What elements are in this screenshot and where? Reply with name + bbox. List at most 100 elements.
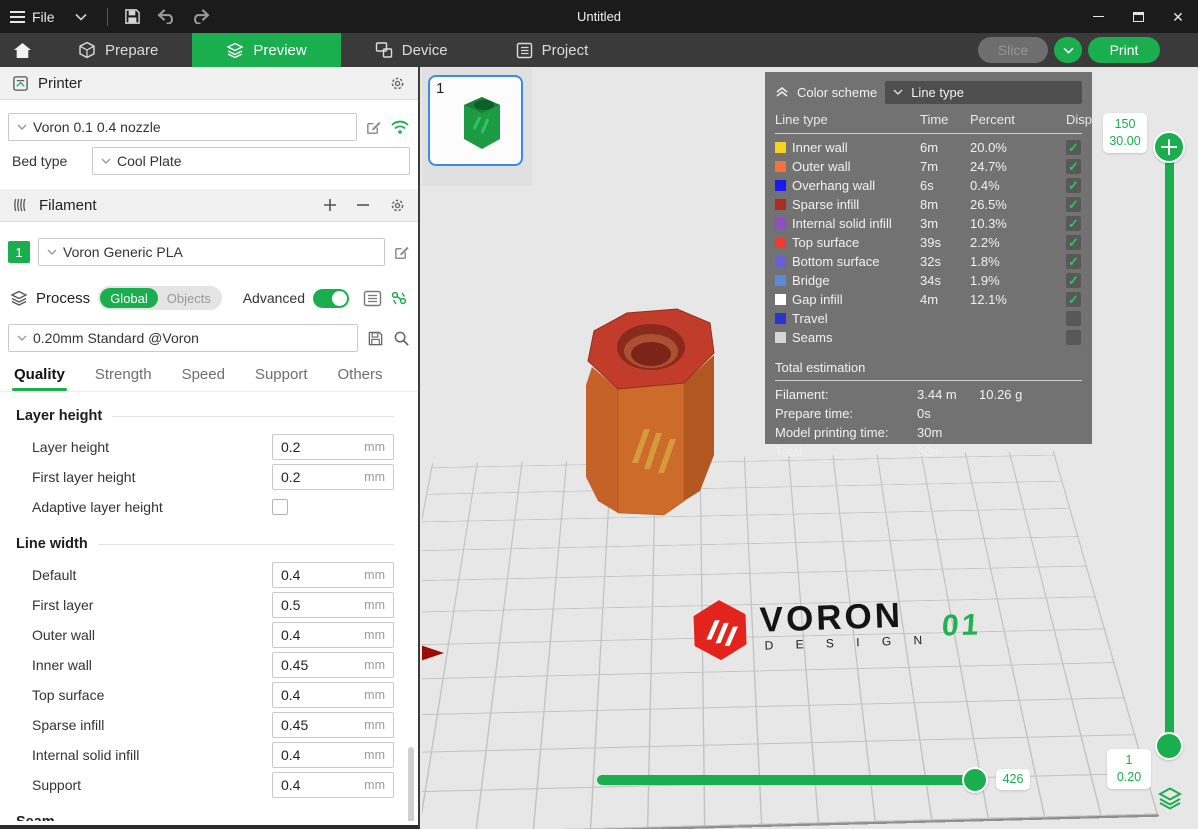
- tab-project[interactable]: Project: [482, 33, 623, 67]
- line-width-sparse-infill-input[interactable]: 0.45mm: [272, 712, 394, 738]
- tab-quality[interactable]: Quality: [14, 366, 65, 391]
- move-slider-handle[interactable]: [962, 767, 988, 793]
- save-preset-icon[interactable]: [367, 330, 384, 347]
- line-width-default-input[interactable]: 0.4mm: [272, 562, 394, 588]
- display-checkbox[interactable]: [1066, 178, 1081, 193]
- display-checkbox[interactable]: [1066, 311, 1081, 326]
- color-swatch: [775, 142, 786, 153]
- search-icon[interactable]: [393, 330, 410, 347]
- total-row: Prepare time:0s: [775, 404, 1082, 423]
- bed-type-value: Cool Plate: [117, 153, 182, 169]
- remove-filament-icon[interactable]: [356, 198, 370, 212]
- line-width-first-layer-input[interactable]: 0.5mm: [272, 592, 394, 618]
- tab-prepare-label: Prepare: [105, 42, 158, 59]
- setting-label: Outer wall: [16, 627, 272, 643]
- chevron-down-icon: [17, 124, 27, 130]
- sliced-model[interactable]: [570, 305, 735, 520]
- layers-icon: [226, 42, 244, 58]
- line-width-internal-solid-infill-input[interactable]: 0.4mm: [272, 742, 394, 768]
- slice-button[interactable]: Slice: [978, 37, 1048, 63]
- color-swatch: [775, 218, 786, 229]
- process-scope-toggle[interactable]: Global Objects: [98, 286, 222, 310]
- process-preset-select[interactable]: 0.20mm Standard @Voron: [8, 324, 358, 352]
- parameter-list-icon[interactable]: [363, 290, 382, 307]
- tab-speed[interactable]: Speed: [182, 366, 225, 391]
- tab-support[interactable]: Support: [255, 366, 308, 391]
- print-options-button[interactable]: [1054, 37, 1082, 63]
- tab-prepare[interactable]: Prepare: [44, 33, 192, 67]
- close-button[interactable]: ✕: [1158, 0, 1198, 33]
- move-slider-track[interactable]: [597, 775, 979, 785]
- move-slider-tooltip: 426: [996, 769, 1030, 790]
- layer-slider-top-handle[interactable]: [1153, 131, 1185, 163]
- tab-device[interactable]: Device: [341, 33, 482, 67]
- filament-spool-icon: [12, 197, 30, 213]
- scope-objects[interactable]: Objects: [158, 291, 220, 306]
- scope-global[interactable]: Global: [100, 288, 158, 308]
- gear-icon[interactable]: [389, 75, 406, 92]
- collapse-panel-icon[interactable]: [775, 86, 789, 98]
- setting-row: Internal solid infill 0.4mm: [16, 742, 394, 768]
- plate-thumbnail-model: [454, 87, 510, 153]
- titlebar-divider: [107, 8, 108, 26]
- gear-icon[interactable]: [389, 197, 406, 214]
- color-scheme-label: Color scheme: [797, 85, 877, 100]
- printer-preset-select[interactable]: Voron 0.1 0.4 nozzle: [8, 113, 357, 141]
- minimize-button[interactable]: [1078, 0, 1118, 33]
- filament-preset-select[interactable]: Voron Generic PLA: [38, 238, 385, 266]
- chevron-down-icon: [75, 13, 87, 21]
- line-width-outer-wall-input[interactable]: 0.4mm: [272, 622, 394, 648]
- tune-parameters-icon[interactable]: [390, 290, 408, 307]
- tab-preview-label: Preview: [253, 42, 306, 59]
- display-checkbox[interactable]: [1066, 197, 1081, 212]
- tab-others[interactable]: Others: [338, 366, 383, 391]
- file-menu-button[interactable]: File: [0, 0, 63, 33]
- adaptive-layer-height-checkbox[interactable]: [272, 499, 288, 515]
- layer-view-button[interactable]: [1157, 786, 1183, 810]
- plate-id-label: 01: [941, 608, 983, 643]
- layer-height-input[interactable]: 0.2mm: [272, 434, 394, 460]
- print-button[interactable]: Print: [1088, 37, 1160, 63]
- redo-button[interactable]: [184, 0, 218, 33]
- wifi-icon[interactable]: [390, 119, 410, 135]
- edit-icon[interactable]: [365, 119, 382, 136]
- display-checkbox[interactable]: [1066, 140, 1081, 155]
- first-layer-height-input[interactable]: 0.2mm: [272, 464, 394, 490]
- voron-hexagon-icon: [689, 597, 751, 663]
- preview-viewport[interactable]: VORON D E S I G N 01 1: [422, 67, 1198, 829]
- legend-row: Top surface39s2.2%: [775, 233, 1082, 252]
- setting-label: Support: [16, 777, 272, 793]
- settings-panel: Layer height Layer height 0.2mm First la…: [0, 391, 418, 821]
- display-checkbox[interactable]: [1066, 159, 1081, 174]
- color-swatch: [775, 180, 786, 191]
- line-width-support-input[interactable]: 0.4mm: [272, 772, 394, 798]
- edit-icon[interactable]: [393, 244, 410, 261]
- plate-thumbnail[interactable]: 1: [428, 75, 523, 166]
- layer-slider-track[interactable]: [1165, 148, 1174, 748]
- display-checkbox[interactable]: [1066, 330, 1081, 345]
- display-checkbox[interactable]: [1066, 216, 1081, 231]
- home-icon: [13, 42, 32, 59]
- tab-strength[interactable]: Strength: [95, 366, 152, 391]
- color-scheme-select[interactable]: Line type: [885, 81, 1082, 104]
- layer-slider-bottom-handle[interactable]: [1155, 732, 1183, 760]
- display-checkbox[interactable]: [1066, 292, 1081, 307]
- legend-header-row: Line typeTimePercentDisplay: [775, 108, 1082, 131]
- legend-row: Bridge34s1.9%: [775, 271, 1082, 290]
- file-menu-expand-button[interactable]: [63, 0, 99, 33]
- maximize-button[interactable]: [1118, 0, 1158, 33]
- display-checkbox[interactable]: [1066, 235, 1081, 250]
- home-button[interactable]: [0, 33, 44, 67]
- tab-preview[interactable]: Preview: [192, 33, 340, 67]
- add-filament-icon[interactable]: [323, 198, 337, 212]
- bed-type-select[interactable]: Cool Plate: [92, 147, 410, 175]
- setting-label: Internal solid infill: [16, 747, 272, 763]
- line-width-inner-wall-input[interactable]: 0.45mm: [272, 652, 394, 678]
- advanced-toggle[interactable]: [313, 289, 349, 308]
- display-checkbox[interactable]: [1066, 273, 1081, 288]
- line-width-top-surface-input[interactable]: 0.4mm: [272, 682, 394, 708]
- settings-scrollbar[interactable]: [408, 747, 414, 821]
- undo-button[interactable]: [150, 0, 184, 33]
- save-button[interactable]: [116, 0, 150, 33]
- display-checkbox[interactable]: [1066, 254, 1081, 269]
